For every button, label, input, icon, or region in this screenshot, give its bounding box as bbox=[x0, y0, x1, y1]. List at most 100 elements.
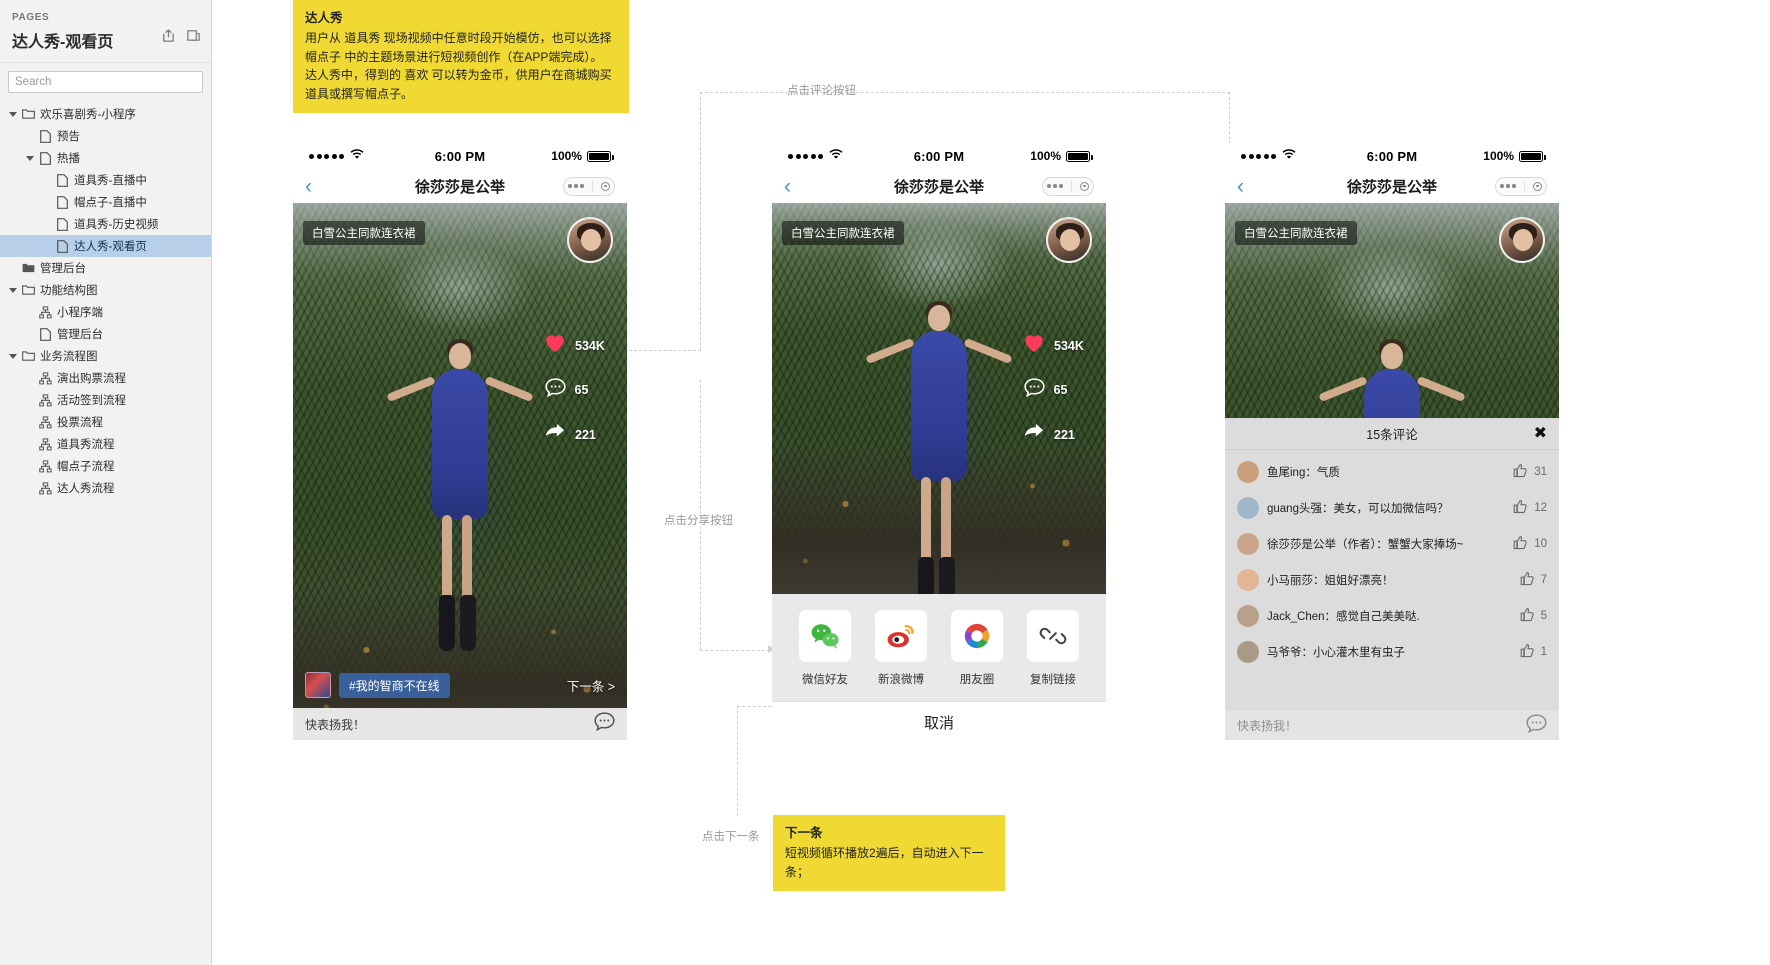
close-target-icon[interactable] bbox=[1079, 181, 1089, 191]
like-action[interactable]: 31 bbox=[1513, 463, 1547, 481]
product-tag[interactable]: 白雪公主同款连衣裙 bbox=[782, 221, 904, 245]
like-action[interactable]: 10 bbox=[1513, 535, 1547, 553]
like-action[interactable]: 5 bbox=[1520, 607, 1547, 625]
share-option-3[interactable]: 复制链接 bbox=[1025, 610, 1081, 687]
prototype-editor: PAGES 达人秀-观看页 欢乐喜剧秀-小程序预告热播道具秀-直播中帽点子-直播… bbox=[0, 0, 1770, 965]
tree-item-0[interactable]: 欢乐喜剧秀-小程序 bbox=[0, 103, 211, 125]
tree-item-5[interactable]: 道具秀-历史视频 bbox=[0, 213, 211, 235]
flow-icon bbox=[37, 305, 53, 319]
comment-row[interactable]: guang头强：美女，可以加微信吗？ 12 bbox=[1225, 490, 1559, 526]
tree-item-15[interactable]: 道具秀流程 bbox=[0, 433, 211, 455]
cancel-button[interactable]: 取消 bbox=[772, 701, 1106, 743]
tree-item-1[interactable]: 预告 bbox=[0, 125, 211, 147]
like-action[interactable]: 12 bbox=[1513, 499, 1547, 517]
tree-item-7[interactable]: 管理后台 bbox=[0, 257, 211, 279]
video-player[interactable]: 白雪公主同款连衣裙 534K 65 221 bbox=[772, 203, 1106, 594]
product-tag[interactable]: 白雪公主同款连衣裙 bbox=[1235, 221, 1357, 245]
comment-input-bar[interactable]: 快表扬我！ bbox=[1225, 710, 1559, 740]
tree-item-13[interactable]: 活动签到流程 bbox=[0, 389, 211, 411]
close-target-icon[interactable] bbox=[1532, 181, 1542, 191]
comment-row[interactable]: 徐莎莎是公举（作者）：蟹蟹大家捧场~ 10 bbox=[1225, 526, 1559, 562]
comment-action[interactable]: 65 bbox=[1023, 378, 1088, 402]
search-input[interactable] bbox=[8, 71, 203, 93]
thumbs-up-icon[interactable] bbox=[1520, 607, 1535, 625]
performer-figure bbox=[865, 300, 1013, 594]
topic-thumbnail[interactable] bbox=[305, 672, 331, 698]
like-action[interactable]: 534K bbox=[544, 333, 609, 358]
tree-item-4[interactable]: 帽点子-直播中 bbox=[0, 191, 211, 213]
comment-row[interactable]: 马爷爷：小心灌木里有虫子 1 bbox=[1225, 634, 1559, 670]
heart-icon[interactable] bbox=[544, 333, 566, 358]
tree-item-label: 管理后台 bbox=[57, 329, 103, 341]
link-icon[interactable] bbox=[1027, 610, 1079, 662]
hashtag-chip[interactable]: #我的智商不在线 bbox=[339, 672, 450, 698]
tree-item-6[interactable]: 达人秀-观看页 bbox=[0, 235, 211, 257]
next-video-link[interactable]: 下一条 > bbox=[567, 676, 615, 695]
share-option-2[interactable]: 朋友圈 bbox=[949, 610, 1005, 687]
chevron-down-icon[interactable] bbox=[6, 110, 20, 118]
avatar[interactable] bbox=[1046, 217, 1092, 263]
comment-icon[interactable] bbox=[544, 378, 566, 402]
video-player[interactable]: 白雪公主同款连衣裙 534K 65 221 #我的智商不在线 下一条 > 快表扬我！ bbox=[293, 203, 627, 740]
comment-bubble-icon[interactable] bbox=[1526, 714, 1547, 736]
hashtag-row: #我的智商不在线 下一条 > bbox=[293, 672, 627, 708]
share-option-label: 朋友圈 bbox=[959, 674, 995, 686]
tree-item-10[interactable]: 管理后台 bbox=[0, 323, 211, 345]
comment-row[interactable]: Jack_Chen：感觉自己美美哒. 5 bbox=[1225, 598, 1559, 634]
weibo-icon[interactable] bbox=[875, 610, 927, 662]
tree-item-2[interactable]: 热播 bbox=[0, 147, 211, 169]
tree-item-3[interactable]: 道具秀-直播中 bbox=[0, 169, 211, 191]
tree-item-14[interactable]: 投票流程 bbox=[0, 411, 211, 433]
share-icon[interactable] bbox=[161, 28, 176, 43]
chevron-down-icon[interactable] bbox=[23, 154, 37, 162]
heart-icon[interactable] bbox=[1023, 333, 1045, 358]
like-action[interactable]: 7 bbox=[1520, 571, 1547, 589]
chevron-down-icon[interactable] bbox=[6, 286, 20, 294]
tree-item-label: 功能结构图 bbox=[40, 285, 98, 297]
mini-program-capsule[interactable] bbox=[563, 176, 615, 196]
like-action[interactable]: 534K bbox=[1023, 333, 1088, 358]
tree-item-17[interactable]: 达人秀流程 bbox=[0, 477, 211, 499]
chevron-down-icon[interactable] bbox=[6, 352, 20, 360]
tree-item-8[interactable]: 功能结构图 bbox=[0, 279, 211, 301]
share-option-1[interactable]: 新浪微博 bbox=[873, 610, 929, 687]
mini-program-capsule[interactable] bbox=[1042, 176, 1094, 196]
share-option-0[interactable]: 微信好友 bbox=[797, 610, 853, 687]
moments-icon[interactable] bbox=[951, 610, 1003, 662]
more-dots-icon[interactable] bbox=[568, 184, 584, 188]
thumbs-up-icon[interactable] bbox=[1513, 499, 1528, 517]
tree-item-9[interactable]: 小程序端 bbox=[0, 301, 211, 323]
mini-program-capsule[interactable] bbox=[1495, 176, 1547, 196]
avatar bbox=[1237, 605, 1259, 627]
more-dots-icon[interactable] bbox=[1047, 184, 1063, 188]
tree-item-11[interactable]: 业务流程图 bbox=[0, 345, 211, 367]
tree-item-16[interactable]: 帽点子流程 bbox=[0, 455, 211, 477]
comment-action[interactable]: 65 bbox=[544, 378, 609, 402]
share-icon[interactable] bbox=[1023, 422, 1045, 447]
comment-row[interactable]: 小马丽莎：姐姐好漂亮！ 7 bbox=[1225, 562, 1559, 598]
avatar[interactable] bbox=[1499, 217, 1545, 263]
product-tag[interactable]: 白雪公主同款连衣裙 bbox=[303, 221, 425, 245]
wechat-icon[interactable] bbox=[799, 610, 851, 662]
comment-icon[interactable] bbox=[1023, 378, 1045, 402]
flow-icon bbox=[37, 481, 53, 495]
thumbs-up-icon[interactable] bbox=[1513, 463, 1528, 481]
close-target-icon[interactable] bbox=[600, 181, 610, 191]
duplicate-icon[interactable] bbox=[186, 28, 201, 43]
avatar[interactable] bbox=[567, 217, 613, 263]
share-action[interactable]: 221 bbox=[544, 422, 609, 447]
thumbs-up-icon[interactable] bbox=[1520, 571, 1535, 589]
share-action[interactable]: 221 bbox=[1023, 422, 1088, 447]
thumbs-up-icon[interactable] bbox=[1520, 643, 1535, 661]
close-icon[interactable]: ✖ bbox=[1534, 426, 1547, 442]
more-dots-icon[interactable] bbox=[1500, 184, 1516, 188]
comment-input-bar[interactable]: 快表扬我！ bbox=[293, 708, 627, 740]
action-count: 65 bbox=[1053, 383, 1068, 397]
tree-item-12[interactable]: 演出购票流程 bbox=[0, 367, 211, 389]
comment-bubble-icon[interactable] bbox=[594, 712, 615, 736]
note-body: 短视频循环播放2遍后，自动进入下一条； bbox=[785, 846, 984, 879]
comment-row[interactable]: 鱼尾ing：气质 31 bbox=[1225, 454, 1559, 490]
like-action[interactable]: 1 bbox=[1520, 643, 1547, 661]
thumbs-up-icon[interactable] bbox=[1513, 535, 1528, 553]
share-icon[interactable] bbox=[544, 422, 566, 447]
